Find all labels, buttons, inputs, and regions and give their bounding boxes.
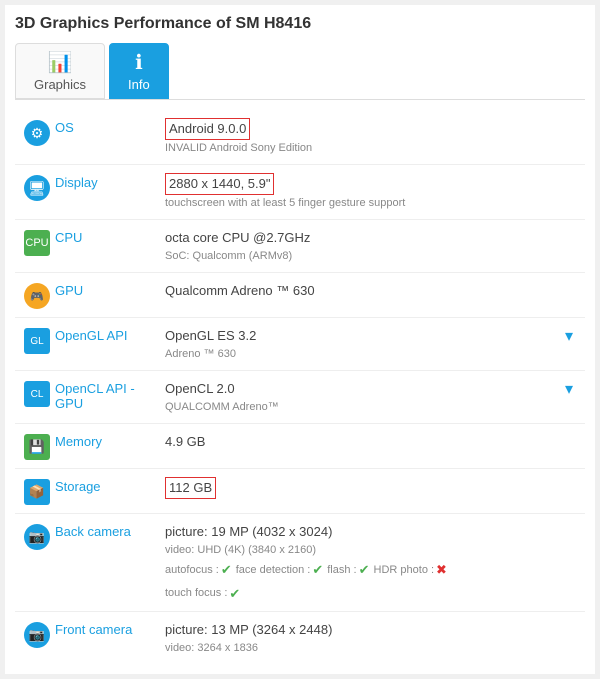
cpu-icon: CPU — [24, 230, 50, 256]
display-icon-wrap: 🖥 — [19, 173, 55, 201]
tab-graphics-label: Graphics — [34, 77, 86, 92]
flash-item: flash : ✔ — [327, 560, 369, 580]
cpu-sub-val: SoC: Qualcomm (ARMv8) — [165, 248, 581, 265]
page-wrapper: 3D Graphics Performance of SM H8416 📊 Gr… — [5, 5, 595, 674]
autofocus-label: autofocus : — [165, 562, 219, 579]
os-main-val: Android 9.0.0 — [165, 118, 581, 140]
opencl-dropdown[interactable]: ▾ — [557, 379, 581, 399]
row-memory: 💾 Memory 4.9 GB — [15, 424, 585, 469]
backcamera-features-line1: autofocus : ✔ face detection : ✔ flash :… — [165, 560, 581, 580]
row-opencl: CL OpenCL API - GPU OpenCL 2.0 QUALCOMM … — [15, 371, 585, 424]
opengl-sub-val: Adreno ™ 630 — [165, 346, 557, 363]
backcamera-value: picture: 19 MP (4032 x 3024) video: UHD … — [165, 522, 581, 603]
os-sub-val: INVALID Android Sony Edition — [165, 140, 581, 157]
frontcamera-label: Front camera — [55, 620, 165, 637]
backcamera-icon: 📷 — [24, 524, 50, 550]
frontcamera-value: picture: 13 MP (3264 x 2448) video: 3264… — [165, 620, 581, 656]
hdrphoto-label: HDR photo : — [374, 562, 435, 579]
autofocus-check: ✔ — [221, 560, 232, 580]
opengl-label: OpenGL API — [55, 326, 165, 343]
row-opengl: GL OpenGL API OpenGL ES 3.2 Adreno ™ 630… — [15, 318, 585, 371]
backcamera-features-line2: touch focus : ✔ — [165, 584, 581, 604]
row-os: ⚙ OS Android 9.0.0 INVALID Android Sony … — [15, 110, 585, 165]
memory-main-val: 4.9 GB — [165, 432, 581, 452]
opencl-sub-val: QUALCOMM Adreno™ — [165, 399, 557, 416]
backcamera-main-val: picture: 19 MP (4032 x 3024) — [165, 522, 581, 542]
os-label: OS — [55, 118, 165, 135]
frontcamera-icon-wrap: 📷 — [19, 620, 55, 648]
memory-label: Memory — [55, 432, 165, 449]
opengl-icon-wrap: GL — [19, 326, 55, 354]
autofocus-item: autofocus : ✔ — [165, 560, 232, 580]
gpu-label: GPU — [55, 281, 165, 298]
memory-value: 4.9 GB — [165, 432, 581, 452]
gpu-value: Qualcomm Adreno ™ 630 — [165, 281, 581, 301]
storage-highlighted: 112 GB — [165, 477, 216, 499]
storage-main-val: 112 GB — [165, 477, 581, 499]
opengl-icon: GL — [24, 328, 50, 354]
facedetection-check: ✔ — [312, 560, 323, 580]
os-icon: ⚙ — [24, 120, 50, 146]
row-frontcamera: 📷 Front camera picture: 13 MP (3264 x 24… — [15, 612, 585, 664]
gpu-icon-wrap: 🎮 — [19, 281, 55, 309]
facedetection-label: face detection : — [236, 562, 311, 579]
storage-label: Storage — [55, 477, 165, 494]
display-value: 2880 x 1440, 5.9" touchscreen with at le… — [165, 173, 581, 211]
graphics-icon: 📊 — [48, 50, 73, 75]
os-value: Android 9.0.0 INVALID Android Sony Editi… — [165, 118, 581, 156]
opencl-label: OpenCL API - GPU — [55, 379, 165, 411]
page-title: 3D Graphics Performance of SM H8416 — [15, 15, 585, 33]
os-icon-wrap: ⚙ — [19, 118, 55, 146]
info-table: ⚙ OS Android 9.0.0 INVALID Android Sony … — [15, 110, 585, 664]
frontcamera-sub-val: video: 3264 x 1836 — [165, 640, 581, 657]
storage-value: 112 GB — [165, 477, 581, 499]
storage-icon: 📦 — [24, 479, 50, 505]
storage-icon-wrap: 📦 — [19, 477, 55, 505]
display-highlighted: 2880 x 1440, 5.9" — [165, 173, 274, 195]
hdrphoto-cross: ✖ — [436, 560, 447, 580]
hdrphoto-item: HDR photo : ✖ — [374, 560, 447, 580]
opencl-main-val: OpenCL 2.0 — [165, 379, 557, 399]
opengl-dropdown[interactable]: ▾ — [557, 326, 581, 346]
row-storage: 📦 Storage 112 GB — [15, 469, 585, 514]
cpu-value: octa core CPU @2.7GHz SoC: Qualcomm (ARM… — [165, 228, 581, 264]
tabs-bar: 📊 Graphics ℹ Info — [15, 43, 585, 100]
tab-graphics[interactable]: 📊 Graphics — [15, 43, 105, 99]
row-display: 🖥 Display 2880 x 1440, 5.9" touchscreen … — [15, 165, 585, 220]
gpu-main-val: Qualcomm Adreno ™ 630 — [165, 281, 581, 301]
memory-icon-wrap: 💾 — [19, 432, 55, 460]
display-label: Display — [55, 173, 165, 190]
row-cpu: CPU CPU octa core CPU @2.7GHz SoC: Qualc… — [15, 220, 585, 273]
backcamera-sub-val: video: UHD (4K) (3840 x 2160) — [165, 542, 581, 559]
backcamera-icon-wrap: 📷 — [19, 522, 55, 550]
touchfocus-check: ✔ — [229, 584, 240, 604]
tab-info[interactable]: ℹ Info — [109, 43, 169, 99]
frontcamera-icon: 📷 — [24, 622, 50, 648]
tab-info-label: Info — [128, 77, 150, 92]
opencl-icon: CL — [24, 381, 50, 407]
flash-label: flash : — [327, 562, 356, 579]
touchfocus-item: touch focus : ✔ — [165, 584, 240, 604]
frontcamera-main-val: picture: 13 MP (3264 x 2448) — [165, 620, 581, 640]
cpu-main-val: octa core CPU @2.7GHz — [165, 228, 581, 248]
gpu-icon: 🎮 — [24, 283, 50, 309]
opengl-main-val: OpenGL ES 3.2 — [165, 326, 557, 346]
display-main-val: 2880 x 1440, 5.9" — [165, 173, 581, 195]
cpu-label: CPU — [55, 228, 165, 245]
row-gpu: 🎮 GPU Qualcomm Adreno ™ 630 — [15, 273, 585, 318]
info-icon: ℹ — [135, 50, 143, 75]
opencl-value: OpenCL 2.0 QUALCOMM Adreno™ — [165, 379, 557, 415]
os-highlighted: Android 9.0.0 — [165, 118, 250, 140]
backcamera-label: Back camera — [55, 522, 165, 539]
row-backcamera: 📷 Back camera picture: 19 MP (4032 x 302… — [15, 514, 585, 612]
memory-icon: 💾 — [24, 434, 50, 460]
flash-check: ✔ — [359, 560, 370, 580]
display-icon: 🖥 — [24, 175, 50, 201]
opengl-value: OpenGL ES 3.2 Adreno ™ 630 — [165, 326, 557, 362]
opencl-icon-wrap: CL — [19, 379, 55, 407]
display-sub-val: touchscreen with at least 5 finger gestu… — [165, 195, 581, 212]
touchfocus-label: touch focus : — [165, 585, 227, 602]
facedetection-item: face detection : ✔ — [236, 560, 324, 580]
cpu-icon-wrap: CPU — [19, 228, 55, 256]
